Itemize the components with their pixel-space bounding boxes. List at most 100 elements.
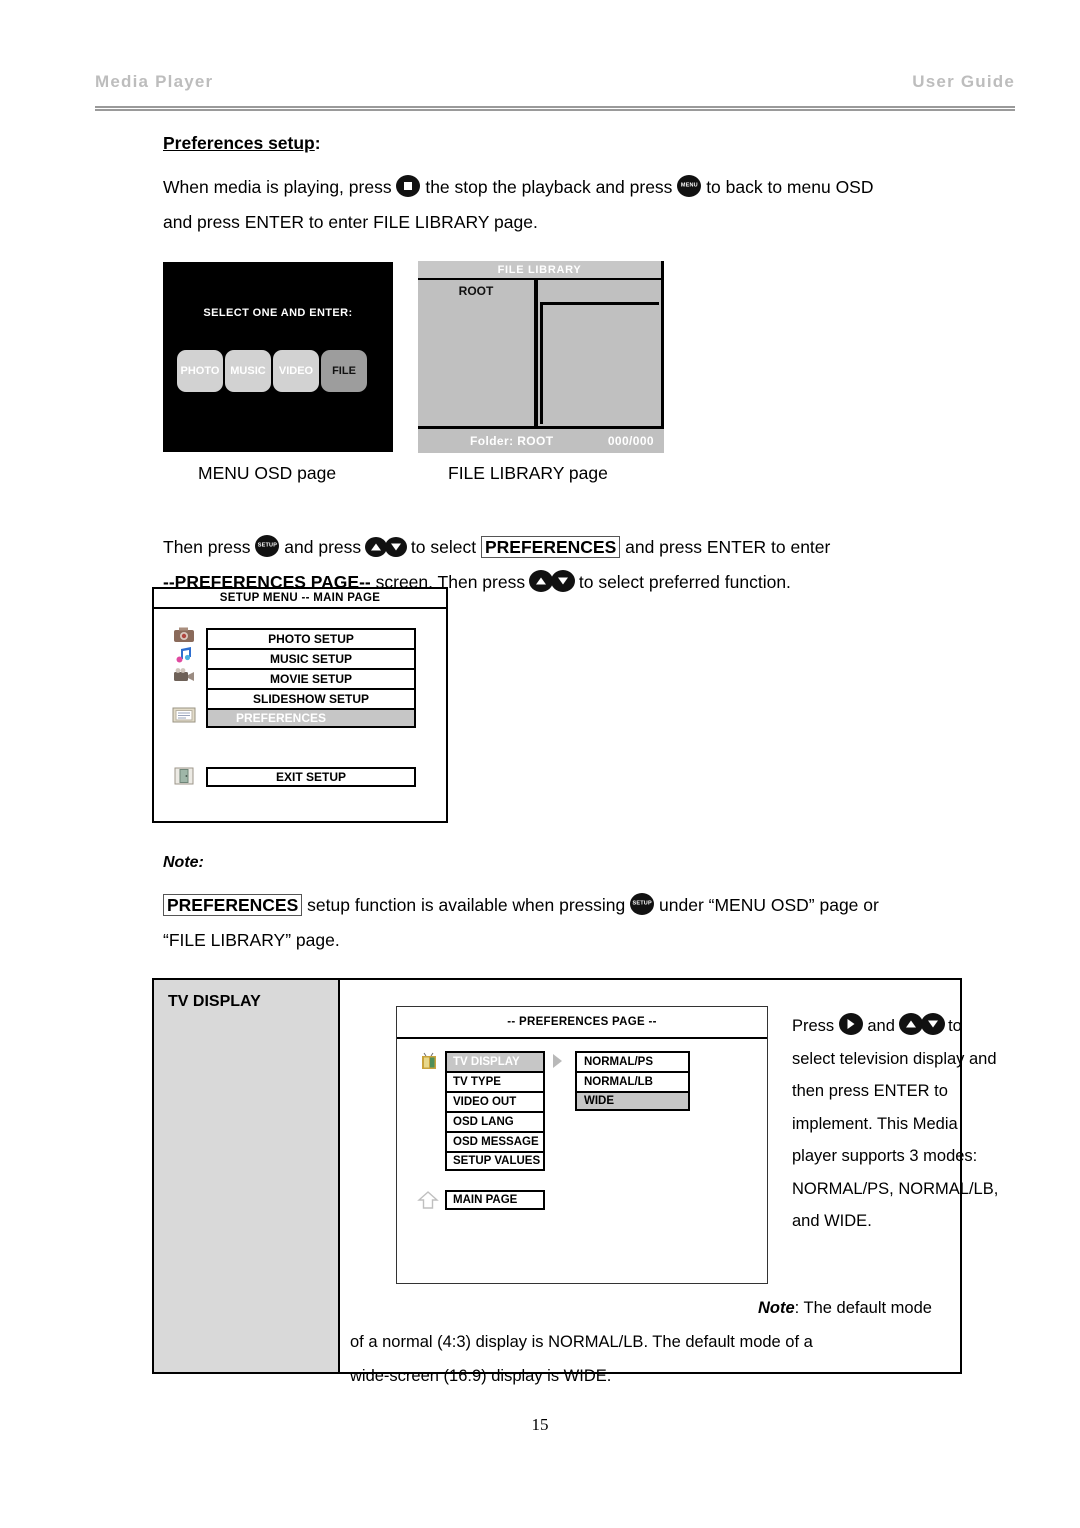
up-button-icon xyxy=(365,537,388,557)
note-preferences-badge: PREFERENCES xyxy=(163,894,303,916)
up-arrow-icon xyxy=(417,1190,439,1215)
up-down-buttons-icon xyxy=(365,530,408,565)
camcorder-icon xyxy=(172,666,198,686)
tv-display-option-list: NORMAL/PS NORMAL/LB WIDE xyxy=(575,1051,690,1111)
file-library-body: ROOT xyxy=(418,278,664,429)
header-right-title: User Guide xyxy=(912,72,1015,91)
camera-icon xyxy=(172,626,198,646)
instr-line1-part1: Then press xyxy=(163,537,251,557)
slideshow-spacer xyxy=(172,686,198,706)
note-line2: “FILE LIBRARY” page. xyxy=(163,930,340,950)
setup-menu-icon-column xyxy=(172,626,198,726)
instr-line1-part2: and press xyxy=(284,537,362,557)
tv-note-heading: Note xyxy=(758,1299,795,1317)
setup-menu-mockup: SETUP MENU -- MAIN PAGE PHOTO SETUP MUSI… xyxy=(152,587,448,823)
header-divider xyxy=(95,106,1015,111)
note-paragraph: PREFERENCES setup function is available … xyxy=(163,888,963,958)
down-button-icon-3 xyxy=(920,1013,945,1035)
preferences-item-setup-values[interactable]: SETUP VALUES xyxy=(445,1151,545,1171)
preferences-page-mockup: -- PREFERENCES PAGE -- TV DISPLAY TV TYP… xyxy=(396,1006,768,1284)
instr-line1-part4: and press ENTER to enter xyxy=(625,537,831,557)
instr-line2-part2: to select preferred function. xyxy=(578,572,791,592)
preferences-item-tv-display[interactable]: TV DISPLAY xyxy=(445,1051,545,1071)
menu-osd-hint: SELECT ONE AND ENTER: xyxy=(203,307,353,319)
preferences-item-video-out[interactable]: VIDEO OUT xyxy=(445,1091,545,1111)
instr-line1-part3: to select xyxy=(410,537,477,557)
setup-menu-title: SETUP MENU -- MAIN PAGE xyxy=(154,589,446,609)
intro-line1-part2: the stop the playback and press xyxy=(425,177,673,197)
down-button-icon-2 xyxy=(550,570,575,592)
file-library-title: FILE LIBRARY xyxy=(418,261,664,278)
setup-menu-item-movie-setup[interactable]: MOVIE SETUP xyxy=(206,668,416,688)
osd-button-music[interactable]: MUSIC xyxy=(225,350,271,392)
side-text-and: and xyxy=(867,1017,895,1035)
side-text-body: select television display and then press… xyxy=(792,1049,999,1231)
tv-icon xyxy=(419,1051,439,1078)
right-button-icon xyxy=(838,1013,863,1035)
down-button-icon xyxy=(385,537,408,557)
note-line1-part1: setup function is available when pressin… xyxy=(307,895,626,915)
tv-display-content-cell: -- PREFERENCES PAGE -- TV DISPLAY TV TYP… xyxy=(340,980,998,1385)
header-left-title: Media Player xyxy=(95,72,214,91)
preferences-item-tv-type[interactable]: TV TYPE xyxy=(445,1071,545,1091)
setup-button-icon: SETUP xyxy=(255,535,280,557)
setup-menu-item-exit-setup[interactable]: EXIT SETUP xyxy=(206,767,416,787)
caption-file-library: FILE LIBRARY page xyxy=(448,463,608,483)
up-button-icon-3 xyxy=(898,1013,923,1035)
exit-door-icon xyxy=(172,767,196,787)
note-heading: Note: xyxy=(163,854,204,872)
setup-button-icon-2: SETUP xyxy=(630,893,655,915)
tv-display-table: TV DISPLAY -- PREFERENCES PAGE -- TV DIS… xyxy=(152,978,998,1385)
tv-display-side-text: Press and to select television display a… xyxy=(792,1010,1002,1238)
menu-button-icon: MENU xyxy=(677,175,702,197)
option-normal-ps[interactable]: NORMAL/PS xyxy=(575,1051,690,1071)
file-library-list-pane[interactable] xyxy=(538,280,664,426)
file-library-mockup: FILE LIBRARY ROOT Folder: ROOT 000/000 xyxy=(418,261,664,453)
file-library-tree-pane[interactable]: ROOT xyxy=(418,280,538,426)
osd-button-file[interactable]: FILE xyxy=(321,350,367,392)
menu-osd-button-row: PHOTO MUSIC VIDEO FILE xyxy=(177,350,367,392)
intro-line1-part1: When media is playing, press xyxy=(163,177,392,197)
chevron-right-icon xyxy=(553,1054,562,1068)
tv-display-label-cell: TV DISPLAY xyxy=(154,980,340,1372)
page-number: 15 xyxy=(531,1415,549,1434)
running-header: Media Player User Guide xyxy=(95,72,1015,92)
intro-line1-part3: to back to menu OSD xyxy=(706,177,874,197)
preferences-item-osd-lang[interactable]: OSD LANG xyxy=(445,1111,545,1131)
up-down-buttons-icon-2 xyxy=(528,565,575,600)
setup-menu-item-photo-setup[interactable]: PHOTO SETUP xyxy=(206,628,416,648)
note-heading-text: Note: xyxy=(163,854,204,871)
setup-menu-item-slideshow-setup[interactable]: SLIDESHOW SETUP xyxy=(206,688,416,708)
menu-osd-mockup: SELECT ONE AND ENTER: PHOTO MUSIC VIDEO … xyxy=(163,262,393,452)
preferences-item-main-page[interactable]: MAIN PAGE xyxy=(445,1190,545,1210)
tv-display-row-label: TV DISPLAY xyxy=(168,993,261,1010)
file-library-count: 000/000 xyxy=(607,434,654,448)
preferences-badge: PREFERENCES xyxy=(480,536,621,558)
music-note-icon xyxy=(172,646,198,666)
up-down-buttons-icon-3 xyxy=(898,1010,945,1043)
preferences-icon xyxy=(172,706,198,726)
page-title-text: Preferences setup xyxy=(163,133,315,153)
preferences-item-osd-message[interactable]: OSD MESSAGE xyxy=(445,1131,545,1151)
page-title-colon: : xyxy=(314,133,321,153)
side-text-to: to xyxy=(948,1017,962,1035)
caption-menu-osd: MENU OSD page xyxy=(198,463,337,483)
option-wide[interactable]: WIDE xyxy=(575,1091,690,1111)
file-library-folder-label: Folder: ROOT xyxy=(470,434,554,448)
up-button-icon-2 xyxy=(528,570,553,592)
setup-menu-item-music-setup[interactable]: MUSIC SETUP xyxy=(206,648,416,668)
setup-menu-rows: PHOTO SETUP MUSIC SETUP MOVIE SETUP SLID… xyxy=(206,628,416,728)
side-text-press: Press xyxy=(792,1017,835,1035)
osd-button-photo[interactable]: PHOTO xyxy=(177,350,223,392)
setup-menu-item-preferences[interactable]: PREFERENCES xyxy=(206,708,416,728)
note-line1-part2: under “MENU OSD” page or xyxy=(659,895,879,915)
option-normal-lb[interactable]: NORMAL/LB xyxy=(575,1071,690,1091)
stop-button-icon xyxy=(396,175,421,197)
page-title: Preferences setup: xyxy=(163,133,321,154)
osd-button-video[interactable]: VIDEO xyxy=(273,350,319,392)
file-library-root-label: ROOT xyxy=(458,284,494,298)
intro-paragraph: When media is playing, press the stop th… xyxy=(163,170,953,240)
preferences-item-list: TV DISPLAY TV TYPE VIDEO OUT OSD LANG OS… xyxy=(445,1051,545,1171)
intro-line2: and press ENTER to enter FILE LIBRARY pa… xyxy=(163,212,538,232)
tv-note-lead: : The default mode xyxy=(794,1299,932,1317)
